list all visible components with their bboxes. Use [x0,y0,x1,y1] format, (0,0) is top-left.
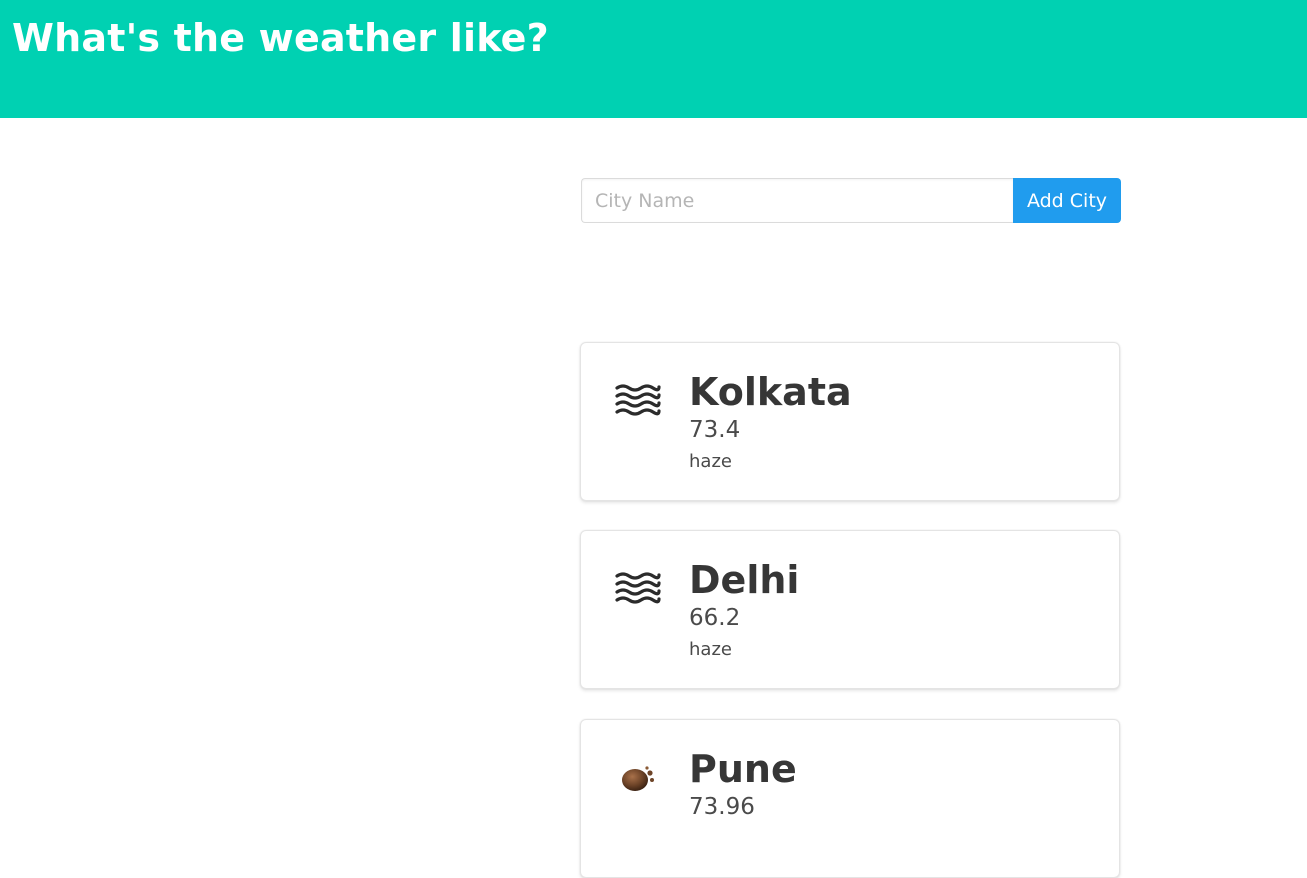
haze-icon [613,381,661,417]
weather-info: Pune 73.96 [689,746,797,826]
weather-description: haze [689,639,732,660]
city-temperature: 66.2 [689,605,741,631]
weather-card: Delhi 66.2 haze [580,530,1120,689]
weather-description: haze [689,451,732,472]
haze-icon [613,569,661,605]
add-city-button[interactable]: Add City [1013,178,1121,223]
page-header: What's the weather like? [0,0,1307,118]
city-name: Delhi [689,558,800,602]
weather-card: Kolkata 73.4 haze [580,342,1120,501]
city-name: Pune [689,747,797,791]
smoke-icon [613,758,661,794]
weather-info: Kolkata 73.4 haze [689,369,852,475]
add-city-form: Add City [581,178,1121,223]
page-title: What's the weather like? [12,16,549,60]
city-temperature: 73.96 [689,794,755,820]
city-temperature: 73.4 [689,417,741,443]
weather-info: Delhi 66.2 haze [689,557,799,663]
city-name-input[interactable] [581,178,1013,223]
city-name: Kolkata [689,370,852,414]
weather-card: Pune 73.96 [580,719,1120,878]
